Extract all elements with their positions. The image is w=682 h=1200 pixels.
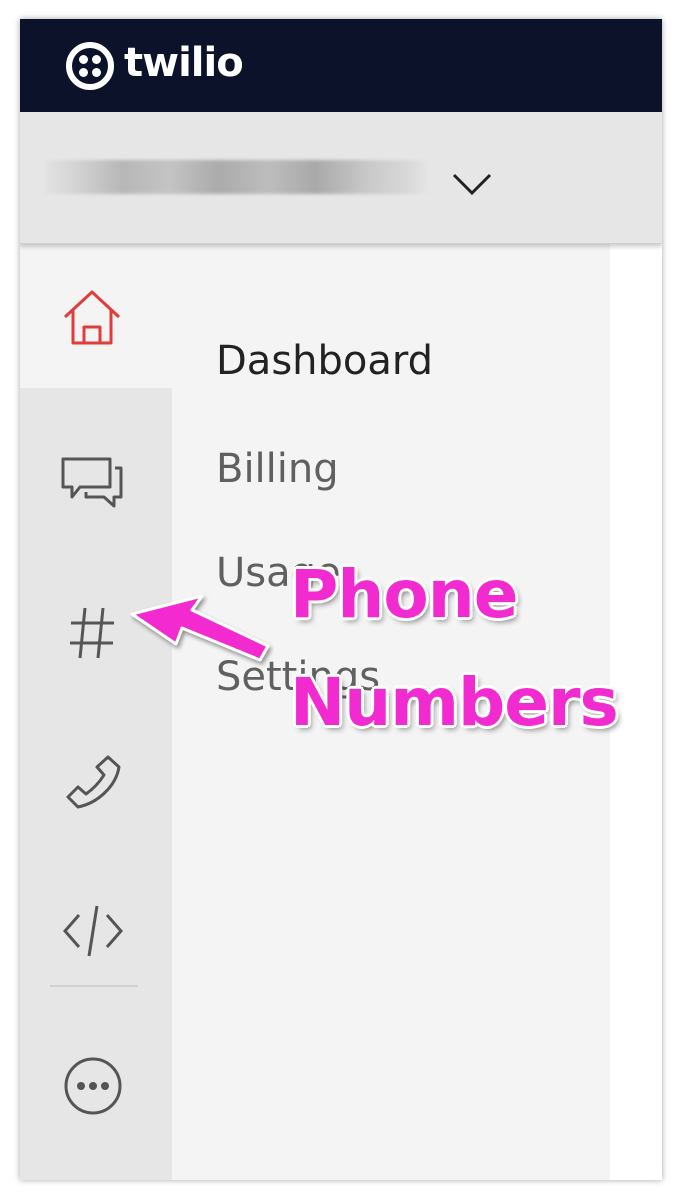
icon-rail bbox=[20, 243, 172, 1180]
account-switcher[interactable] bbox=[20, 112, 662, 244]
more-icon[interactable] bbox=[62, 1055, 124, 1117]
top-header: twilio bbox=[20, 19, 662, 112]
code-icon[interactable] bbox=[62, 903, 124, 959]
annotation-label-line1: Phone bbox=[290, 556, 518, 633]
menu-item-billing[interactable]: Billing bbox=[216, 445, 339, 493]
brand-name[interactable]: twilio bbox=[124, 35, 244, 91]
home-icon[interactable] bbox=[62, 289, 122, 347]
twilio-logo-icon[interactable] bbox=[65, 41, 115, 91]
chat-bubbles-icon[interactable] bbox=[60, 455, 124, 509]
chevron-down-icon[interactable] bbox=[450, 169, 494, 199]
phone-icon[interactable] bbox=[64, 753, 122, 811]
annotation-label-line2: Numbers bbox=[290, 664, 619, 741]
annotation-arrow bbox=[130, 594, 270, 662]
rail-divider bbox=[50, 985, 138, 987]
hash-icon[interactable] bbox=[68, 605, 116, 661]
account-name-redacted bbox=[46, 160, 430, 194]
menu-item-dashboard[interactable]: Dashboard bbox=[216, 337, 433, 385]
